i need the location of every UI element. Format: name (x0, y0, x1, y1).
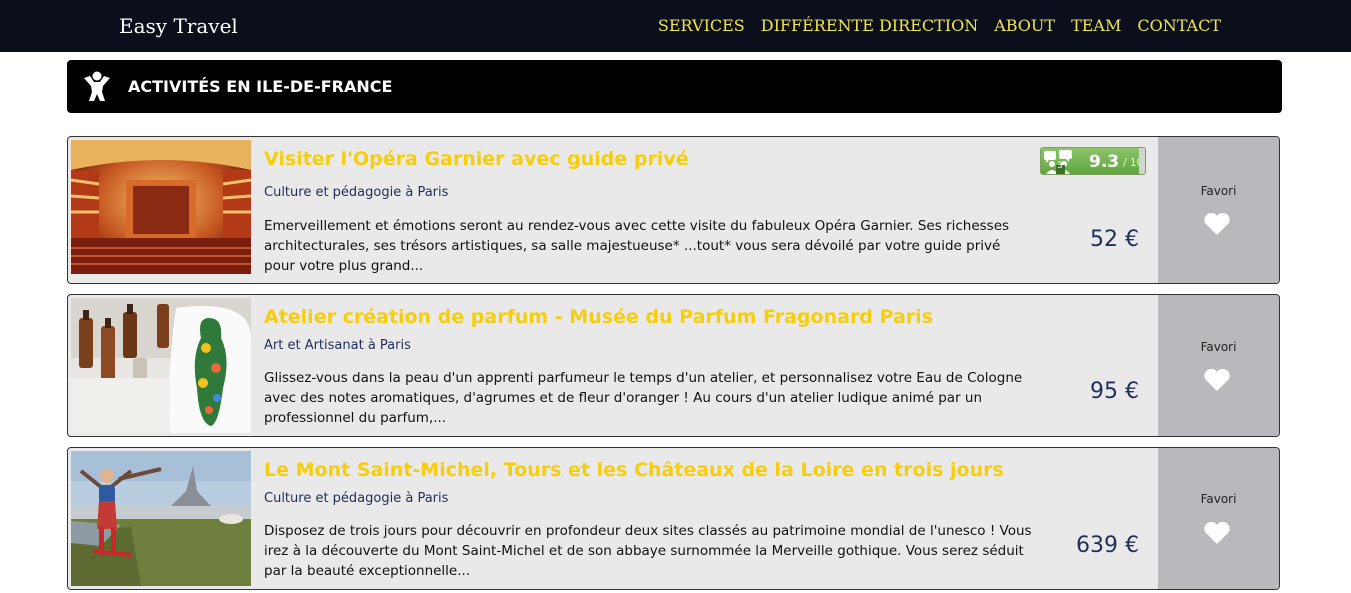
rating-badge: 3 9.3 / 10 (1040, 147, 1146, 175)
favorite-toggle[interactable]: Favori (1158, 137, 1279, 283)
rating-bar-end (1139, 148, 1145, 174)
nav-link-services[interactable]: SERVICES (658, 15, 745, 37)
nav-link-about[interactable]: ABOUT (994, 15, 1055, 37)
activity-description: Glissez-vous dans la peau d'un apprenti … (264, 370, 1023, 426)
favorite-label: Favori (1200, 184, 1237, 198)
nav-link-team[interactable]: TEAM (1071, 15, 1121, 37)
activity-description: Disposez de trois jours pour découvrir e… (264, 523, 1032, 579)
activity-title[interactable]: Atelier création de parfum - Musée du Pa… (264, 305, 933, 329)
activity-price: 52 € (1090, 227, 1139, 252)
mont-saint-michel-image[interactable] (71, 451, 251, 586)
review-count: 3 (1057, 161, 1063, 171)
activity-card[interactable]: Le Mont Saint-Michel, Tours et les Châte… (67, 447, 1280, 590)
person-cheering-icon (84, 71, 110, 101)
heart-icon[interactable] (1203, 521, 1231, 545)
activity-category[interactable]: Art et Artisanat à Paris (264, 338, 411, 354)
activity-card[interactable]: Atelier création de parfum - Musée du Pa… (67, 294, 1280, 437)
rating-score: 9.3 (1089, 152, 1120, 172)
perfume-workshop-image[interactable] (71, 298, 251, 433)
brand-logo[interactable]: Easy Travel (119, 13, 238, 39)
section-title: ACTIVITÉS EN ILE-DE-FRANCE (128, 77, 393, 96)
nav-link-contact[interactable]: CONTACT (1137, 15, 1221, 37)
section-header: ACTIVITÉS EN ILE-DE-FRANCE (67, 60, 1282, 113)
favorite-toggle[interactable]: Favori (1158, 448, 1279, 589)
favorite-label: Favori (1200, 492, 1237, 506)
activity-description: Emerveillement et émotions seront au ren… (264, 218, 1010, 274)
nav-link-direction[interactable]: DIFFÉRENTE DIRECTION (761, 15, 978, 37)
activity-category[interactable]: Culture et pédagogie à Paris (264, 185, 448, 201)
activity-card[interactable]: Visiter l'Opéra Garnier avec guide privé… (67, 136, 1280, 284)
top-navbar: Easy Travel SERVICES DIFFÉRENTE DIRECTIO… (0, 0, 1351, 52)
opera-garnier-image[interactable] (71, 140, 251, 274)
favorite-toggle[interactable]: Favori (1158, 295, 1279, 436)
activity-title[interactable]: Le Mont Saint-Michel, Tours et les Châte… (264, 458, 1004, 482)
activity-title[interactable]: Visiter l'Opéra Garnier avec guide privé (264, 147, 689, 171)
heart-icon[interactable] (1203, 212, 1231, 236)
favorite-label: Favori (1200, 340, 1237, 354)
nav-links: SERVICES DIFFÉRENTE DIRECTION ABOUT TEAM… (658, 15, 1221, 37)
activity-price: 639 € (1076, 533, 1139, 558)
activity-price: 95 € (1090, 379, 1139, 404)
heart-icon[interactable] (1203, 368, 1231, 392)
activity-category[interactable]: Culture et pédagogie à Paris (264, 491, 448, 507)
